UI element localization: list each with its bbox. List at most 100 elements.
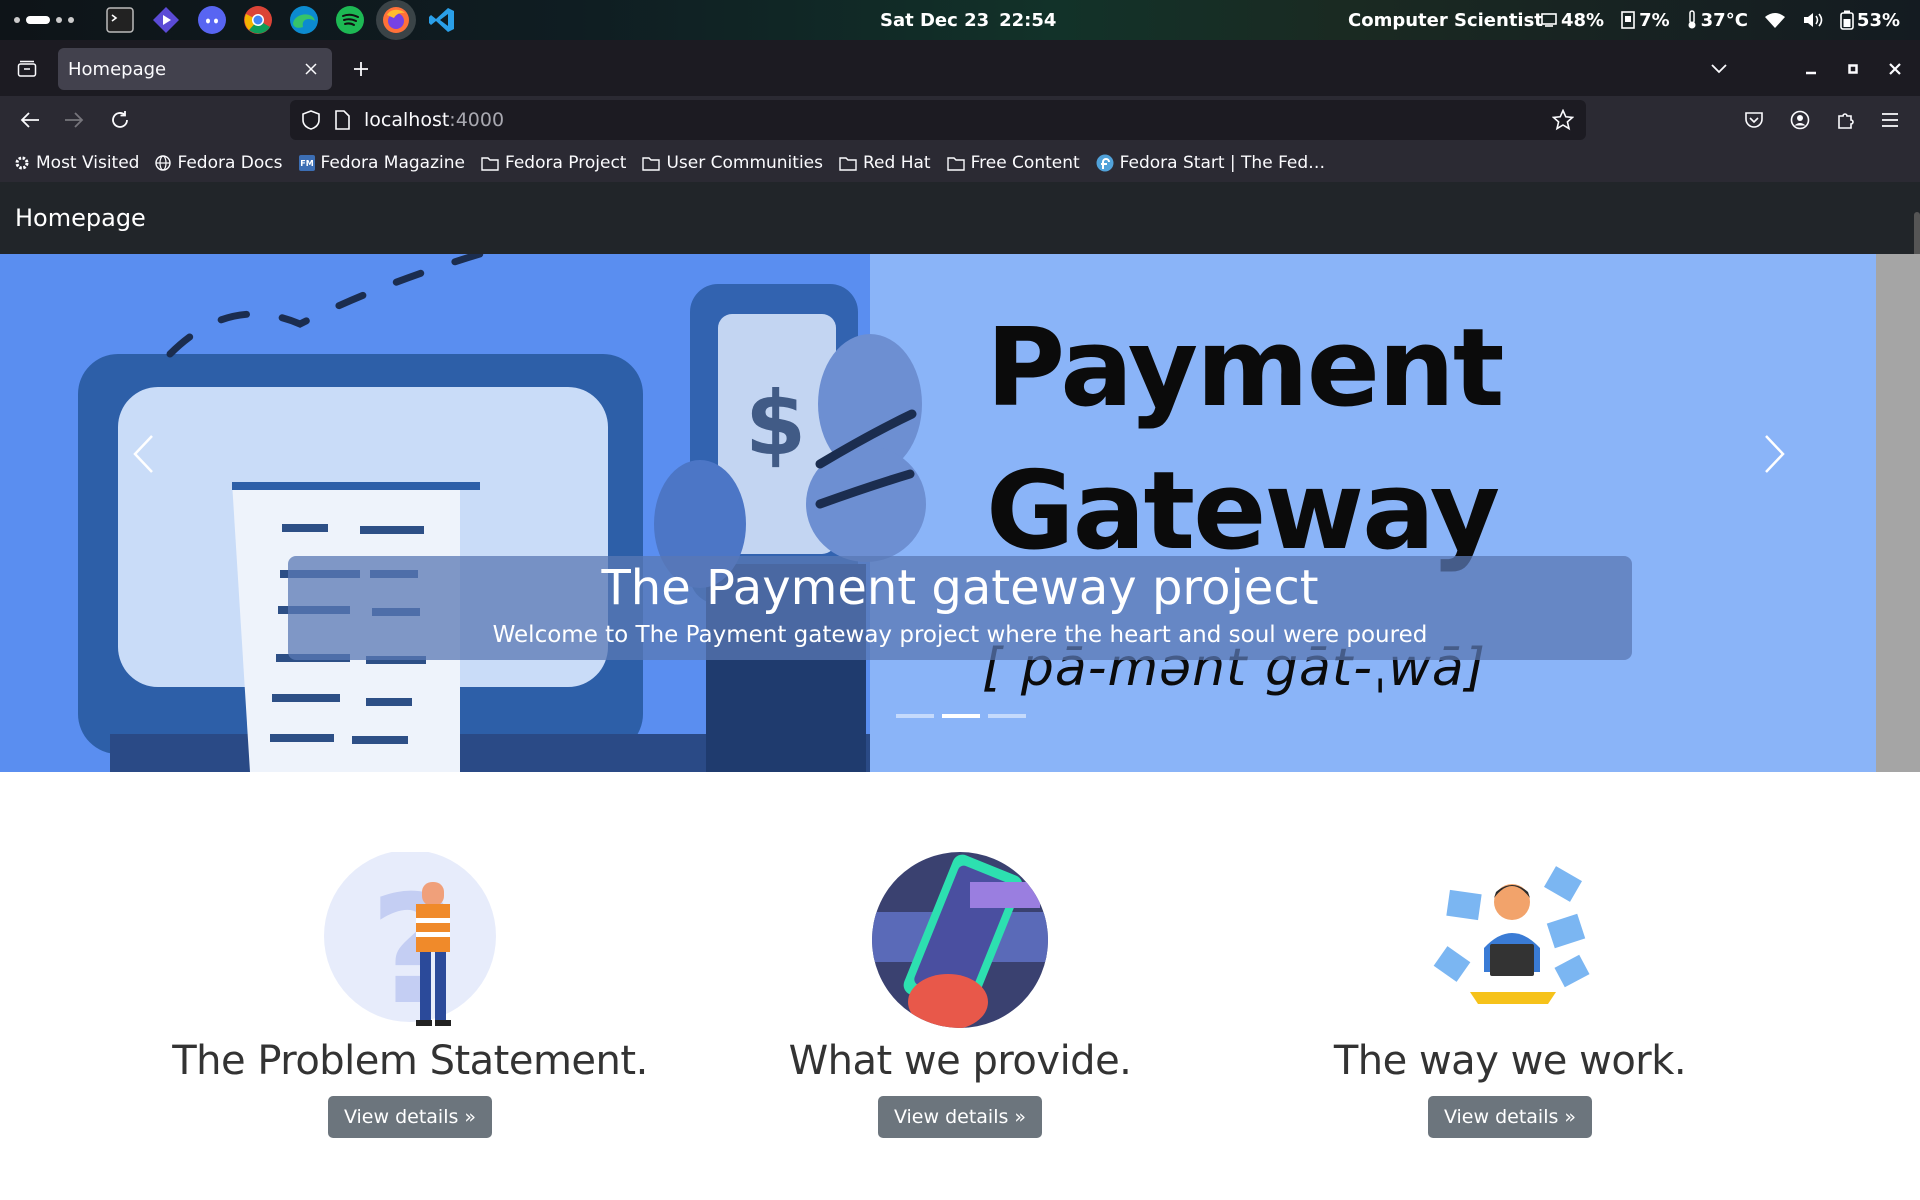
menu-button[interactable] [1874, 104, 1906, 136]
feature-heading: What we provide. [788, 1038, 1132, 1084]
reload-button[interactable] [104, 104, 136, 136]
workspace-dot[interactable] [68, 17, 74, 23]
account-icon [1790, 110, 1810, 130]
shield-icon [302, 110, 320, 130]
carousel-indicators [896, 714, 1026, 718]
provide-illustration [870, 852, 1050, 1032]
firefox-icon[interactable] [376, 0, 416, 40]
svg-text:$: $ [745, 372, 806, 475]
temperature-value: 37°C [1700, 9, 1748, 31]
hero-carousel: $ Payment Gateway [ pā-mənt gāt-ˌwā] The… [0, 254, 1876, 772]
fedora-icon [1096, 154, 1114, 172]
extensions-button[interactable] [1830, 104, 1862, 136]
workspace-dot[interactable] [56, 17, 62, 23]
minimize-button[interactable] [1796, 54, 1826, 84]
url-host: localhost [364, 109, 450, 131]
bookmark-fedora-start[interactable]: Fedora Start | The Fed… [1096, 153, 1325, 173]
tab-bar: Homepage [0, 40, 1920, 96]
bookmark-label: Fedora Project [504, 153, 627, 173]
account-button[interactable] [1784, 104, 1816, 136]
pocket-button[interactable] [1738, 104, 1770, 136]
system-top-bar: Sat Dec 23 22:54 Computer Scientist 48% … [0, 0, 1920, 40]
chevron-left-icon [133, 435, 153, 473]
carousel-indicator[interactable] [988, 714, 1026, 718]
carousel-caption: The Payment gateway project Welcome to T… [288, 556, 1632, 660]
discord-icon[interactable] [196, 4, 228, 36]
chrome-icon[interactable] [242, 4, 274, 36]
wifi-icon [1764, 11, 1786, 29]
carousel-caption-text: Welcome to The Payment gateway project w… [492, 622, 1428, 648]
maximize-button[interactable] [1838, 54, 1868, 84]
feature-heading: The Problem Statement. [172, 1038, 648, 1084]
carousel-indicator[interactable] [942, 714, 980, 718]
chevron-right-icon [1765, 435, 1785, 473]
chevron-down-icon [1711, 64, 1727, 74]
close-icon [1889, 63, 1901, 75]
cpu-value: 48% [1561, 9, 1605, 31]
navigation-toolbar: localhost:4000 [0, 96, 1920, 144]
bookmark-free-content[interactable]: Free Content [946, 153, 1080, 173]
forward-button[interactable] [58, 104, 90, 136]
view-details-button[interactable]: View details » [327, 1096, 493, 1138]
launcher-icon[interactable] [150, 4, 182, 36]
new-tab-button[interactable] [346, 54, 376, 84]
status-area[interactable]: 48% 7% 37°C 53% [1540, 0, 1900, 40]
carousel-indicator[interactable] [896, 714, 934, 718]
view-details-button[interactable]: View details » [877, 1096, 1043, 1138]
thermometer-icon [1688, 10, 1696, 29]
carousel-next-button[interactable] [1750, 414, 1800, 494]
folder-icon [946, 156, 965, 171]
puzzle-icon [1838, 113, 1854, 129]
feature-what-we-provide: What we provide. View details » [710, 852, 1210, 1138]
bookmark-label: Fedora Magazine [320, 153, 465, 173]
maximize-icon [1848, 64, 1858, 74]
site-navbar: Homepage [0, 182, 1920, 254]
bookmark-fedora-docs[interactable]: Fedora Docs [155, 153, 283, 173]
carousel-prev-button[interactable] [118, 414, 168, 494]
bookmark-label: Red Hat [863, 153, 931, 173]
minimize-icon [1806, 71, 1816, 75]
bookmark-red-hat[interactable]: Red Hat [839, 153, 931, 173]
bookmark-most-visited[interactable]: Most Visited [14, 153, 139, 173]
folder-icon [839, 156, 857, 171]
spotify-icon[interactable] [334, 4, 366, 36]
hero-image-title-line1: Payment [986, 306, 1505, 431]
site-brand[interactable]: Homepage [15, 204, 146, 232]
back-button[interactable] [14, 104, 46, 136]
page-icon [335, 110, 350, 130]
folder-icon [481, 156, 499, 171]
terminal-icon[interactable] [104, 4, 136, 36]
feature-heading: The way we work. [1333, 1038, 1687, 1084]
workspace-active[interactable] [26, 16, 50, 24]
bookmark-fedora-magazine[interactable]: FM Fedora Magazine [298, 153, 465, 173]
carousel-gutter [1876, 254, 1920, 772]
carousel-caption-title: The Payment gateway project [601, 560, 1319, 616]
hamburger-icon [1882, 113, 1898, 127]
edge-icon[interactable] [288, 4, 320, 36]
globe-icon [155, 155, 172, 171]
tab-manager-button[interactable] [12, 54, 42, 84]
workspace-dot[interactable] [14, 17, 20, 23]
tab-homepage[interactable]: Homepage [58, 48, 332, 90]
problem-illustration: ? [320, 850, 500, 1038]
workspace-indicator[interactable] [14, 0, 74, 40]
volume-icon [1802, 11, 1824, 29]
pocket-icon [1745, 112, 1763, 128]
close-tab-icon[interactable] [300, 58, 322, 80]
app-dock [104, 0, 458, 40]
folder-icon [642, 156, 661, 171]
feature-problem-statement: ? The Problem Statement. View details » [160, 850, 660, 1138]
memory-value: 7% [1639, 9, 1670, 31]
url-port: :4000 [449, 109, 505, 131]
list-all-tabs-button[interactable] [1704, 54, 1734, 84]
svg-text:FM: FM [300, 159, 313, 168]
view-details-button[interactable]: View details » [1427, 1096, 1593, 1138]
bookmark-user-communities[interactable]: User Communities [642, 153, 823, 173]
vscode-icon[interactable] [426, 4, 458, 36]
bookmark-star-icon[interactable] [1552, 109, 1574, 131]
clock[interactable]: Sat Dec 23 22:54 [880, 0, 1066, 40]
bookmarks-toolbar: Most Visited Fedora Docs FM Fedora Magaz… [0, 144, 1920, 182]
url-bar[interactable]: localhost:4000 [290, 100, 1586, 140]
close-window-button[interactable] [1880, 54, 1910, 84]
bookmark-fedora-project[interactable]: Fedora Project [481, 153, 626, 173]
